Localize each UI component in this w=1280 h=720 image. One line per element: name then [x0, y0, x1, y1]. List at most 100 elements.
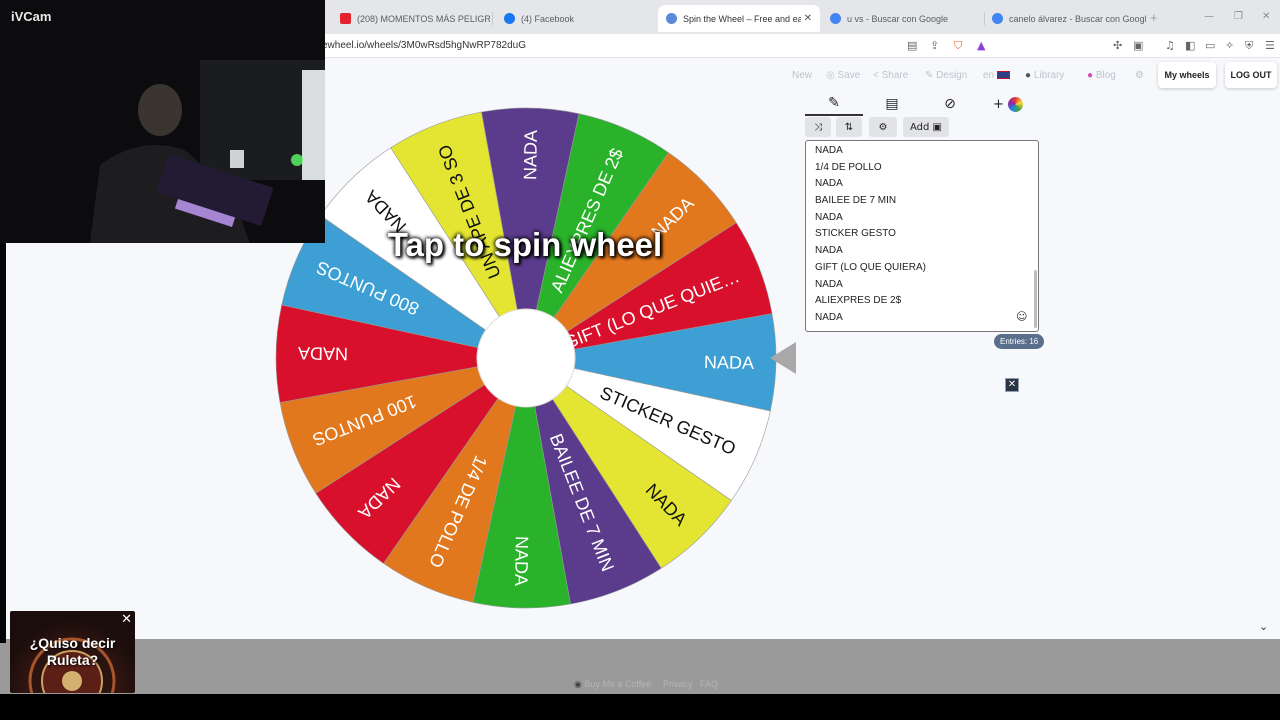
entry-line[interactable]: NADA	[815, 245, 1038, 262]
wheel-segment-label: NADA	[704, 352, 754, 373]
menu-icon[interactable]: ☰	[1265, 39, 1275, 52]
wheel-segment-label: NADA	[520, 130, 541, 180]
close-window-icon[interactable]: ✕	[1262, 11, 1270, 22]
music-icon[interactable]: ♫	[1165, 39, 1175, 52]
restore-icon[interactable]: ❐	[1234, 11, 1243, 22]
spin-wheel[interactable]: NADASTICKER GESTONADABAILEE DE 7 MINNADA…	[274, 106, 778, 610]
tab-edit-entries[interactable]: ✎	[805, 92, 863, 116]
nav-design[interactable]: ✎ Design	[925, 70, 967, 81]
sort-icon: ⇅	[844, 121, 854, 133]
share-page-icon[interactable]: ⇪	[930, 39, 939, 52]
entry-line[interactable]: NADA	[815, 212, 1038, 229]
entries-scrollbar[interactable]	[1034, 270, 1037, 328]
youtube-icon	[340, 13, 351, 24]
shuffle-button[interactable]: ⤨	[805, 117, 831, 137]
roulette-popup[interactable]: ¿Quiso decir Ruleta? ✕	[10, 611, 135, 693]
tab-spin-the-wheel[interactable]: Spin the Wheel – Free and easy ✕	[658, 5, 820, 32]
google-icon	[830, 13, 841, 24]
nav-new[interactable]: New	[792, 70, 812, 81]
tab-title: canelo álvarez - Buscar con Google	[1009, 13, 1146, 24]
bottom-letterbox	[0, 694, 1280, 720]
eye-slash-icon: ⊘	[944, 96, 956, 112]
desktop-edge	[0, 243, 6, 643]
google-icon	[992, 13, 1003, 24]
plus-icon: +	[993, 96, 1004, 112]
wheel-segment-label: NADA	[298, 343, 348, 364]
extensions-icon[interactable]: ✣	[1113, 39, 1122, 52]
sidebar-icon[interactable]: ◧	[1185, 39, 1195, 52]
wheel-favicon-icon	[666, 13, 677, 24]
logout-button[interactable]: LOG OUT	[1225, 62, 1277, 88]
close-tab-icon[interactable]: ✕	[804, 13, 812, 24]
tab-google-search-2[interactable]: canelo álvarez - Buscar con Google	[984, 5, 1146, 32]
add-image-button[interactable]: Add ▣	[903, 117, 949, 137]
add-label: Add	[909, 121, 930, 133]
webcam-overlay: iVCam	[0, 0, 325, 243]
faq-link[interactable]: FAQ	[700, 679, 718, 689]
sort-button[interactable]: ⇅	[836, 117, 862, 137]
leo-ai-icon[interactable]: ✧	[1225, 39, 1234, 52]
nav-share[interactable]: < Share	[873, 70, 908, 81]
tab-title: u vs - Buscar con Google	[847, 13, 949, 24]
share-icon: <	[873, 70, 882, 81]
wheel-pointer-icon	[770, 342, 796, 374]
roulette-line2: Ruleta?	[46, 652, 99, 668]
privacy-link[interactable]: Privacy	[663, 679, 693, 689]
roulette-line1: ¿Quiso decir	[29, 635, 116, 651]
nav-library[interactable]: ● Library	[1025, 70, 1064, 81]
globe-icon: ●	[1025, 70, 1034, 81]
page-footer: ◉ Buy Me a Coffee Privacy FAQ	[0, 639, 1280, 694]
tab-facebook[interactable]: (4) Facebook	[496, 5, 656, 32]
coffee-icon: ◉	[574, 679, 585, 689]
emoji-icon[interactable]: ☺	[1016, 310, 1027, 323]
tab-youtube[interactable]: (208) MOMENTOS MÁS PELIGROSOS	[332, 5, 490, 32]
tab-add-wheel[interactable]: +	[979, 92, 1037, 116]
save-icon: ◎	[826, 70, 838, 81]
wallet-icon[interactable]: ▭	[1205, 39, 1215, 52]
brave-shield-icon[interactable]: ⛉	[954, 39, 962, 53]
screenshot-icon[interactable]: ▣	[1133, 39, 1143, 52]
brave-rewards-icon[interactable]: ▲	[977, 39, 985, 52]
entry-line[interactable]: NADA	[815, 178, 1038, 195]
tab-hide[interactable]: ⊘	[921, 92, 979, 116]
entry-line[interactable]: NADA	[815, 312, 1038, 329]
url-field[interactable]: ewheel.io/wheels/3M0wRsd5hgNwRP782duG	[322, 40, 526, 51]
entry-line[interactable]: GIFT (LO QUE QUIERA)	[815, 262, 1038, 279]
tab-results[interactable]: ▤	[863, 92, 921, 116]
nav-save[interactable]: ◎ Save	[826, 70, 860, 81]
entries-textarea[interactable]: NADA 1/4 DE POLLO NADA BAILEE DE 7 MIN NADA S…	[805, 140, 1039, 332]
pencil-icon: ✎	[828, 95, 840, 111]
blog-color-icon: ●	[1087, 70, 1096, 81]
nav-blog[interactable]: ● Blog	[1087, 70, 1116, 81]
clipboard-icon: ▤	[885, 96, 899, 112]
webcam-feed	[0, 0, 325, 243]
my-wheels-button[interactable]: My wheels	[1158, 62, 1216, 88]
vpn-icon[interactable]: ⛨	[1245, 39, 1253, 53]
chevron-down-icon[interactable]: ⌄	[1259, 620, 1268, 633]
tab-title: (4) Facebook	[521, 13, 575, 24]
color-wheel-icon	[1007, 96, 1023, 112]
new-tab-icon[interactable]: +	[1150, 10, 1158, 25]
nav-language[interactable]: en	[983, 70, 1010, 81]
tab-title: Spin the Wheel – Free and easy	[683, 13, 801, 24]
entry-line[interactable]: ALIEXPRES DE 2$	[815, 295, 1038, 312]
advanced-button[interactable]: ⚙	[869, 117, 897, 137]
wheel-segment-label: NADA	[511, 536, 532, 586]
tab-title: (208) MOMENTOS MÁS PELIGROSOS	[357, 13, 490, 24]
entry-line[interactable]: NADA	[815, 279, 1038, 296]
close-popup-icon[interactable]: ✕	[121, 612, 132, 627]
entry-line[interactable]: 1/4 DE POLLO	[815, 162, 1038, 179]
entry-line[interactable]: STICKER GESTO	[815, 228, 1038, 245]
entry-line[interactable]: BAILEE DE 7 MIN	[815, 195, 1038, 212]
gear-icon: ⚙	[878, 121, 888, 133]
settings-gear-icon[interactable]: ⚙	[1135, 70, 1144, 81]
buy-me-a-coffee-link[interactable]: ◉ Buy Me a Coffee	[574, 679, 651, 690]
reader-mode-icon[interactable]: ▤	[907, 39, 917, 52]
minimize-icon[interactable]: —	[1204, 11, 1214, 22]
entry-line[interactable]: NADA	[815, 145, 1038, 162]
tab-google-search-1[interactable]: u vs - Buscar con Google	[822, 5, 982, 32]
ivcam-label: iVCam	[11, 9, 52, 24]
entries-count-badge: Entries: 16	[994, 334, 1045, 349]
close-ad-icon[interactable]: ✕	[1005, 378, 1019, 392]
facebook-icon	[504, 13, 515, 24]
